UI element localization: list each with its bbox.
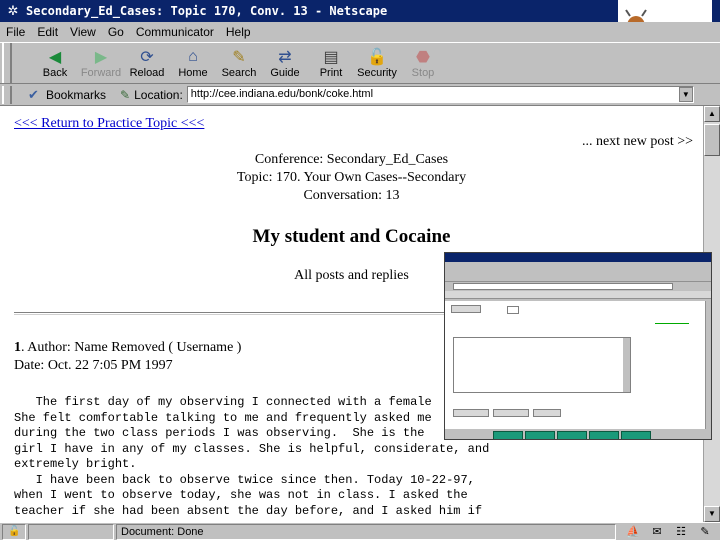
progress-cell	[28, 523, 114, 540]
inset-page	[445, 301, 707, 431]
locationbar-grip[interactable]	[2, 85, 12, 104]
next-new-post-link[interactable]: ... next new post >>	[582, 134, 693, 150]
inset-screenshot	[444, 252, 712, 440]
post-number: 1	[14, 340, 21, 355]
stop-icon: ⬣	[416, 49, 430, 66]
inset-linksbar	[445, 291, 711, 299]
guide-button[interactable]: ⇄ Guide	[262, 43, 308, 83]
print-icon: ▤	[323, 49, 339, 66]
back-button[interactable]: ◀ Back	[32, 43, 78, 83]
author-text: . Author: Name Removed ( Username )	[21, 340, 242, 355]
inset-addressbar	[445, 282, 711, 291]
post-title: My student and Cocaine	[252, 226, 451, 247]
search-icon: ✎	[232, 49, 246, 66]
menu-bar: File Edit View Go Communicator Help	[0, 22, 720, 42]
navigation-toolbar: ◀ Back ▶ Forward ⟳ Reload ⌂ Home ✎ Searc…	[0, 42, 720, 84]
location-label: Location:	[134, 87, 183, 102]
post-date: Date: Oct. 22 7:05 PM 1997	[14, 358, 173, 373]
home-label: Home	[178, 67, 208, 79]
toolbar-grip[interactable]	[2, 43, 12, 83]
discussions-icon[interactable]: ☷	[672, 525, 690, 539]
window-titlebar: ✲ Secondary_Ed_Cases: Topic 170, Conv. 1…	[0, 0, 720, 22]
navigator-icon[interactable]: ⛵	[624, 525, 642, 539]
inset-textarea	[453, 337, 631, 393]
lock-icon: 🔓	[367, 49, 387, 66]
post-body: The first day of my observing I connecte…	[14, 395, 490, 518]
bookmark-icon: ✔	[28, 86, 39, 102]
guide-label: Guide	[270, 67, 300, 79]
search-label: Search	[221, 67, 257, 79]
back-label: Back	[42, 67, 68, 79]
location-toolbar: ✔ Bookmarks ✎ Location: http://cee.india…	[0, 84, 720, 106]
page-proxy-icon[interactable]: ✎	[120, 88, 130, 102]
return-to-topic-link[interactable]: <<< Return to Practice Topic <<<	[14, 116, 204, 132]
topic-heading: Topic: 170. Your Own Cases--Secondary	[236, 170, 467, 185]
bookmarks-label: Bookmarks	[46, 87, 107, 102]
component-bar: ⛵ ✉ ☷ ✎	[618, 525, 714, 539]
security-label: Security	[357, 67, 397, 79]
print-label: Print	[319, 67, 343, 79]
menu-edit[interactable]: Edit	[37, 25, 58, 39]
bookmarks-button[interactable]: ✔ Bookmarks	[28, 87, 106, 103]
inset-titlebar	[445, 253, 711, 262]
search-button[interactable]: ✎ Search	[216, 43, 262, 83]
forward-button[interactable]: ▶ Forward	[78, 43, 124, 83]
menu-help[interactable]: Help	[226, 25, 251, 39]
stop-button[interactable]: ⬣ Stop	[400, 43, 446, 83]
forward-arrow-icon: ▶	[94, 49, 108, 66]
mail-icon[interactable]: ✉	[648, 525, 666, 539]
guide-icon: ⇄	[278, 49, 292, 66]
status-bar: 🔓 Document: Done ⛵ ✉ ☷ ✎	[0, 522, 720, 540]
security-status-icon[interactable]: 🔓	[2, 523, 26, 540]
netscape-logo-icon: ✲	[7, 3, 19, 18]
inset-toolbar	[445, 270, 711, 282]
composer-icon[interactable]: ✎	[696, 525, 714, 539]
post-author: 1. Author: Name Removed ( Username )	[14, 340, 241, 356]
location-group: ✎ Location: http://cee.indiana.edu/bonk/…	[120, 86, 694, 103]
reload-button[interactable]: ⟳ Reload	[124, 43, 170, 83]
scroll-down-icon[interactable]: ▼	[704, 506, 720, 522]
scroll-up-icon[interactable]: ▲	[704, 106, 720, 122]
forward-label: Forward	[80, 67, 122, 79]
inset-bottom-bar	[445, 429, 711, 439]
stop-label: Stop	[411, 67, 435, 79]
conversation-heading: Conversation: 13	[303, 188, 400, 203]
print-button[interactable]: ▤ Print	[308, 43, 354, 83]
inset-scrollbar	[705, 301, 711, 431]
window-title: Secondary_Ed_Cases: Topic 170, Conv. 13 …	[26, 4, 388, 18]
home-button[interactable]: ⌂ Home	[170, 43, 216, 83]
url-input[interactable]: http://cee.indiana.edu/bonk/coke.html ▼	[186, 86, 694, 103]
reload-label: Reload	[129, 67, 165, 79]
back-arrow-icon: ◀	[48, 49, 62, 66]
reload-icon: ⟳	[140, 49, 154, 66]
menu-view[interactable]: View	[70, 25, 96, 39]
url-text: http://cee.indiana.edu/bonk/coke.html	[190, 88, 374, 100]
scroll-thumb[interactable]	[704, 124, 720, 156]
inset-menubar	[445, 262, 711, 270]
url-dropdown-icon[interactable]: ▼	[678, 87, 693, 102]
status-text: Document: Done	[116, 523, 616, 540]
conference-heading: Conference: Secondary_Ed_Cases	[254, 152, 449, 167]
menu-file[interactable]: File	[6, 25, 25, 39]
menu-communicator[interactable]: Communicator	[136, 25, 214, 39]
security-button[interactable]: 🔓 Security	[354, 43, 400, 83]
home-icon: ⌂	[188, 48, 198, 65]
menu-go[interactable]: Go	[108, 25, 124, 39]
